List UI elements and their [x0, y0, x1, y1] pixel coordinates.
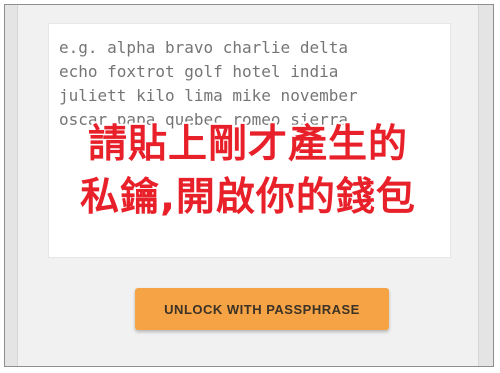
left-edge [5, 5, 18, 366]
annotation-line: 請貼上剛才產生的 [87, 122, 408, 167]
red-annotation-overlay: 請貼上剛才產生的 私鑰,開啟你的錢包 [18, 118, 478, 224]
placeholder-line: echo foxtrot golf hotel india [59, 62, 339, 81]
unlock-with-passphrase-button[interactable]: UNLOCK WITH PASSPHRASE [135, 288, 389, 330]
unlock-card: e.g. alpha bravo charlie delta echo foxt… [18, 5, 478, 366]
screenshot-frame: e.g. alpha bravo charlie delta echo foxt… [4, 4, 494, 367]
annotation-line: 私鑰,開啟你的錢包 [80, 175, 416, 220]
right-edge [478, 5, 493, 366]
placeholder-line: juliett kilo lima mike november [59, 86, 358, 105]
placeholder-line: e.g. alpha bravo charlie delta [59, 38, 348, 57]
